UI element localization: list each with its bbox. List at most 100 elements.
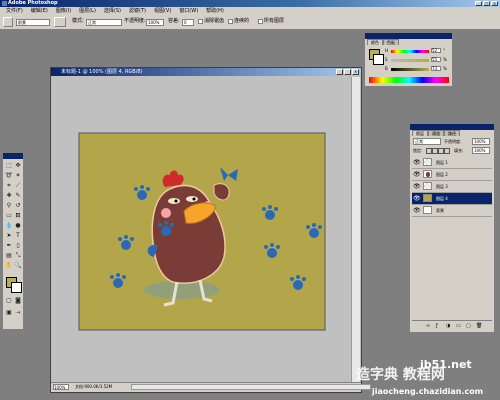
move-tool-icon[interactable]: ✥	[14, 162, 22, 170]
layer-thumbnail	[423, 158, 432, 166]
vertical-scrollbar[interactable]	[351, 77, 360, 382]
tab-channels[interactable]: 通道	[428, 130, 444, 136]
fill-source-select[interactable]: 前景	[16, 19, 50, 26]
saturation-value[interactable]: 55	[431, 57, 441, 62]
lasso-tool-icon[interactable]: ➰	[5, 172, 13, 180]
history-brush-tool-icon[interactable]: ↺	[14, 202, 22, 210]
notes-tool-icon[interactable]: ▤	[5, 252, 13, 260]
tab-paths[interactable]: 路径	[444, 130, 460, 136]
color-panel: 颜色 色板 H 52 ° S 55 % B 73 %	[364, 32, 453, 87]
magic-wand-tool-icon[interactable]: ✶	[14, 172, 22, 180]
zoom-tool-icon[interactable]: 🔍	[14, 262, 22, 270]
layer-row-4-selected[interactable]: 👁 图层 4	[412, 193, 492, 205]
brush-tool-icon[interactable]: ✎	[14, 192, 22, 200]
canvas-artwork[interactable]	[52, 77, 352, 382]
menu-bar: 文件(F) 编辑(E) 图像(I) 图层(L) 选择(S) 滤镜(T) 视图(V) 窗口(W)…	[0, 7, 500, 14]
brightness-unit: %	[443, 66, 447, 71]
fill-input[interactable]: 100%	[472, 147, 490, 154]
clone-stamp-tool-icon[interactable]: ⚲	[5, 202, 13, 210]
layer-mask-icon[interactable]: ◑	[446, 323, 450, 329]
tools-palette-header[interactable]	[3, 153, 23, 159]
standard-mode-icon[interactable]: ▢	[5, 297, 13, 305]
dodge-tool-icon[interactable]: ●	[14, 222, 22, 230]
antialias-checkbox[interactable]	[198, 19, 203, 24]
watermark-url: jiaocheng.chazidian.com	[372, 387, 484, 396]
layer-row-background[interactable]: 👁 背景	[412, 205, 492, 217]
crop-tool-icon[interactable]: ⌗	[5, 182, 13, 190]
slice-tool-icon[interactable]: ⟋	[14, 182, 22, 190]
screen-mode-icon[interactable]: ▣	[5, 309, 13, 317]
shape-tool-icon[interactable]: ▯	[14, 242, 22, 250]
layer-thumbnail	[423, 182, 432, 190]
hand-tool-icon[interactable]: ✋	[5, 262, 13, 270]
quick-mask-mode-icon[interactable]: ◙	[14, 297, 22, 305]
document-title-bar[interactable]: 未标题-1 @ 100% (图层 4, RGB/8) ×	[51, 68, 361, 76]
hue-slider[interactable]	[391, 50, 429, 53]
background-color-swatch[interactable]	[11, 282, 22, 293]
close-button[interactable]: ×	[491, 1, 498, 6]
marquee-tool-icon[interactable]: ⬚	[5, 162, 13, 170]
tab-color[interactable]: 颜色	[367, 39, 383, 45]
app-title: Adobe Photoshop	[8, 0, 58, 6]
eraser-tool-icon[interactable]: ▭	[5, 212, 13, 220]
hue-value[interactable]: 52	[431, 48, 441, 53]
character-left-cheek	[161, 208, 171, 218]
canvas-area[interactable]	[52, 77, 352, 382]
healing-brush-tool-icon[interactable]: ✚	[5, 192, 13, 200]
pattern-picker-icon[interactable]	[54, 17, 66, 27]
mode-select[interactable]: 正常	[86, 19, 122, 26]
layer-row-1[interactable]: 👁 图层 1	[412, 157, 492, 169]
tools-palette: ⬚ ✥ ➰ ✶ ⌗ ⟋ ✚ ✎ ⚲ ↺ ▭ ⛾ 💧 ● ➤ T ✒ ▯ ▤ ⤡ …	[2, 152, 24, 330]
mode-label: 模式:	[72, 18, 84, 24]
tolerance-input[interactable]: 0	[182, 19, 194, 26]
maximize-button[interactable]: □	[483, 1, 490, 6]
brightness-slider[interactable]	[391, 68, 429, 71]
layer-name: 图层 1	[436, 160, 448, 165]
minimize-button[interactable]: _	[475, 1, 482, 6]
layer-opacity-label: 不透明度:	[444, 139, 462, 144]
color-ramp[interactable]	[369, 77, 449, 83]
brightness-value[interactable]: 73	[431, 66, 441, 71]
layer-row-3[interactable]: 👁 图层 3	[412, 181, 492, 193]
photoshop-icon	[2, 1, 7, 6]
contiguous-checkbox[interactable]	[228, 19, 233, 24]
new-layer-icon[interactable]: ▢	[466, 323, 471, 329]
pen-tool-icon[interactable]: ✒	[5, 242, 13, 250]
layer-opacity-input[interactable]: 100%	[472, 138, 490, 145]
eyedropper-tool-icon[interactable]: ⤡	[14, 252, 22, 260]
visibility-eye-icon[interactable]: 👁	[413, 159, 421, 166]
color-panel-background-swatch[interactable]	[373, 54, 384, 65]
doc-maximize-button[interactable]	[344, 69, 351, 75]
blur-tool-icon[interactable]: 💧	[5, 222, 13, 230]
character-wing	[213, 183, 230, 201]
all-layers-checkbox[interactable]	[258, 19, 263, 24]
paint-bucket-tool-icon[interactable]: ⛾	[14, 212, 22, 220]
lock-all-icon[interactable]	[444, 148, 450, 154]
layer-thumbnail	[423, 206, 432, 214]
paint-bucket-tool-preset-icon[interactable]	[3, 17, 13, 27]
layer-group-icon[interactable]: ▭	[456, 323, 461, 329]
delete-layer-icon[interactable]: 🗑	[476, 323, 482, 329]
doc-minimize-button[interactable]	[336, 69, 343, 75]
visibility-eye-icon[interactable]: 👁	[413, 207, 421, 214]
horizontal-scrollbar[interactable]	[131, 384, 371, 390]
doc-close-button[interactable]: ×	[352, 69, 359, 75]
path-selection-tool-icon[interactable]: ➤	[5, 232, 13, 240]
saturation-slider[interactable]	[391, 59, 429, 62]
visibility-eye-icon[interactable]: 👁	[413, 171, 421, 178]
layer-style-icon[interactable]: ƒ	[436, 323, 438, 329]
type-tool-icon[interactable]: T	[14, 232, 22, 240]
layer-row-2[interactable]: 👁 图层 2	[412, 169, 492, 181]
blend-mode-select[interactable]: 正常	[413, 138, 441, 145]
tab-layers[interactable]: 图层	[412, 130, 428, 136]
tab-swatches[interactable]: 色板	[383, 39, 399, 45]
document-size-info: 文档:900.0K/3.52M	[75, 384, 113, 389]
jump-to-imageready-icon[interactable]: ⇢	[14, 309, 22, 317]
lock-label: 锁定:	[413, 148, 423, 153]
visibility-eye-icon[interactable]: 👁	[413, 183, 421, 190]
opacity-label: 不透明度:	[124, 18, 146, 24]
zoom-level-field[interactable]: 100%	[53, 384, 69, 390]
link-layers-icon[interactable]: ∞	[426, 323, 430, 329]
opacity-input[interactable]: 100%	[146, 19, 164, 26]
visibility-eye-icon[interactable]: 👁	[413, 195, 421, 202]
